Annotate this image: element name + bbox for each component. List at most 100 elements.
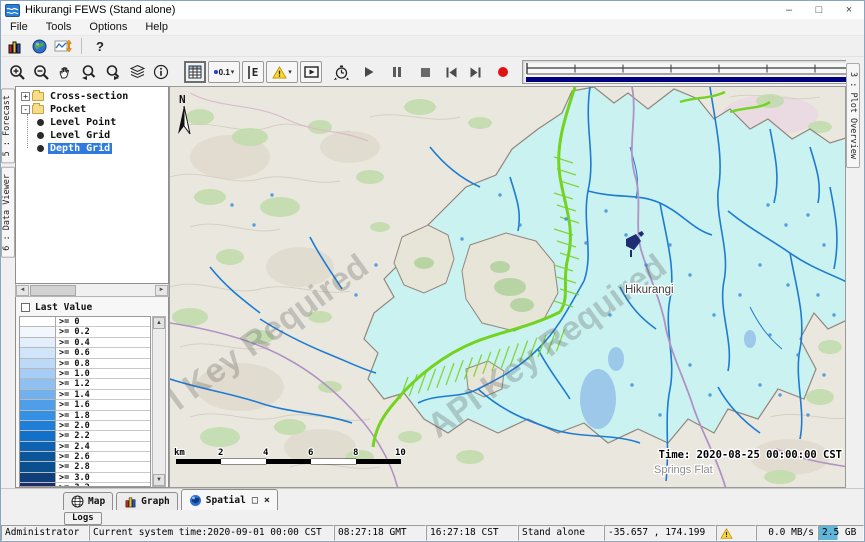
tree-node-level-grid[interactable]: Level Grid [27, 129, 168, 141]
legend-row: >= 1.6 [20, 400, 150, 410]
status-gmt-time: 08:27:18 GMT [334, 525, 426, 541]
tab-spatial[interactable]: Spatial □ × [181, 489, 278, 510]
thresholds-warning-dropdown[interactable]: ▾ [266, 61, 298, 83]
status-local-time: 16:27:18 CST [426, 525, 518, 541]
svg-text:6: 6 [308, 448, 313, 458]
map-viewport[interactable]: API Key Required API Key Required Hikura… [169, 86, 846, 488]
step-last-button[interactable] [464, 61, 486, 83]
pause-button[interactable] [386, 61, 408, 83]
layers-icon[interactable] [126, 61, 148, 83]
legend-edit-button[interactable]: E [242, 61, 264, 83]
legend-row: >= 0 [20, 317, 150, 327]
legend-class-label: >= 2.4 [56, 442, 150, 452]
folder-icon [32, 92, 44, 101]
play-button[interactable] [358, 61, 380, 83]
left-panel: + Cross-section - Pocket Level Point [15, 86, 169, 488]
legend-swatch [20, 338, 56, 348]
tree-node-cross-section[interactable]: + Cross-section [19, 90, 168, 102]
svg-text:8: 8 [353, 448, 358, 458]
legend-swatch [20, 369, 56, 379]
record-button[interactable] [492, 61, 514, 83]
legend-swatch [20, 473, 56, 483]
zoom-next-icon[interactable] [102, 61, 124, 83]
status-warning[interactable] [716, 525, 756, 541]
timeseries-display-icon[interactable] [53, 37, 73, 55]
help-button[interactable]: ? [90, 37, 110, 55]
menu-help[interactable]: Help [136, 20, 177, 34]
database-display-icon[interactable] [5, 37, 25, 55]
map-canvas[interactable]: API Key Required API Key Required Hikura… [170, 87, 846, 488]
layer-bullet-icon [37, 119, 44, 126]
legend-class-label: >= 0.6 [56, 348, 150, 358]
right-dock-strip: 3 : Plot Overview [846, 59, 864, 486]
legend-class-label: >= 0.4 [56, 338, 150, 348]
tab-maximize-icon[interactable]: □ [252, 495, 258, 506]
tab-map[interactable]: Map [63, 492, 113, 510]
status-memory: 2.5 GB [818, 525, 864, 541]
dock-tab-data-viewer[interactable]: 6 : Data Viewer [1, 167, 15, 258]
legend-row: >= 0.2 [20, 327, 150, 337]
chevron-down-icon: ▾ [288, 68, 292, 76]
legend-row: >= 3.0 [20, 473, 150, 483]
legend-swatch [20, 442, 56, 452]
expand-icon[interactable]: + [21, 92, 30, 101]
collapse-icon[interactable]: - [21, 105, 30, 114]
close-button[interactable]: × [834, 1, 864, 19]
scroll-down-icon[interactable]: ▼ [153, 474, 165, 486]
svg-text:2: 2 [218, 448, 223, 458]
left-dock-strip: 5 : Forecast 6 : Data Viewer [1, 86, 15, 488]
scrollbar-thumb[interactable] [30, 285, 76, 296]
zoom-previous-icon[interactable] [78, 61, 100, 83]
dock-tab-forecast[interactable]: 5 : Forecast [1, 88, 15, 163]
legend-swatch [20, 390, 56, 400]
timeline-slider[interactable] [522, 60, 865, 84]
tab-close-icon[interactable]: × [264, 495, 270, 506]
scale-unit: km [174, 448, 185, 458]
legend-row: >= 2.4 [20, 442, 150, 452]
scroll-left-icon[interactable]: ◄ [16, 285, 29, 296]
menu-bar: File Tools Options Help [1, 19, 864, 36]
zoom-out-icon[interactable] [30, 61, 52, 83]
maximize-button[interactable]: □ [804, 1, 834, 19]
scroll-up-icon[interactable]: ▲ [153, 317, 165, 329]
menu-options[interactable]: Options [80, 20, 136, 34]
legend-class-label: >= 2.8 [56, 462, 150, 472]
interval-dot-icon [214, 70, 218, 74]
map-time-label: Time: 2020-08-25 00:00:00 CST [659, 449, 842, 461]
tab-graph[interactable]: Graph [116, 492, 178, 510]
legend-swatch [20, 327, 56, 337]
legend-row: >= 2.2 [20, 431, 150, 441]
layers-tree: + Cross-section - Pocket Level Point [15, 86, 169, 284]
menu-tools[interactable]: Tools [37, 20, 81, 34]
tree-node-level-point[interactable]: Level Point [27, 116, 168, 128]
legend-row: >= 2.6 [20, 452, 150, 462]
tree-node-pocket[interactable]: - Pocket [19, 103, 168, 115]
animation-player-button[interactable] [300, 61, 322, 83]
minimize-button[interactable]: – [774, 1, 804, 19]
last-value-checkbox[interactable] [21, 303, 30, 312]
legend-class-label: >= 0 [56, 317, 150, 327]
legend-row: >= 1.0 [20, 369, 150, 379]
logs-button[interactable]: Logs [64, 512, 102, 525]
tree-node-depth-grid[interactable]: Depth Grid [27, 142, 168, 154]
legend-row: >= 0.4 [20, 338, 150, 348]
map-display-icon[interactable] [29, 37, 49, 55]
animation-settings-icon[interactable] [330, 61, 352, 83]
warning-triangle-icon [272, 66, 287, 79]
legend-class-label: >= 3.0 [56, 473, 150, 483]
zoom-in-icon[interactable] [6, 61, 28, 83]
info-icon[interactable] [150, 61, 172, 83]
legend-scrollbar[interactable]: ▲ ▼ [152, 316, 166, 487]
dock-tab-plot-overview[interactable]: 3 : Plot Overview [846, 63, 860, 168]
step-first-button[interactable] [440, 61, 462, 83]
stop-button[interactable] [414, 61, 436, 83]
menu-file[interactable]: File [1, 20, 37, 34]
class-interval-dropdown[interactable]: 0.1 ▾ [208, 61, 240, 83]
tree-horizontal-scrollbar[interactable]: ◄ ► [15, 284, 169, 297]
grid-display-toggle[interactable] [184, 61, 206, 83]
pan-hand-icon[interactable] [54, 61, 76, 83]
legend-row: >= 3.2 [20, 483, 150, 487]
legend-swatch [20, 379, 56, 389]
legend-row: >= 2.0 [20, 421, 150, 431]
scroll-right-icon[interactable]: ► [155, 285, 168, 296]
